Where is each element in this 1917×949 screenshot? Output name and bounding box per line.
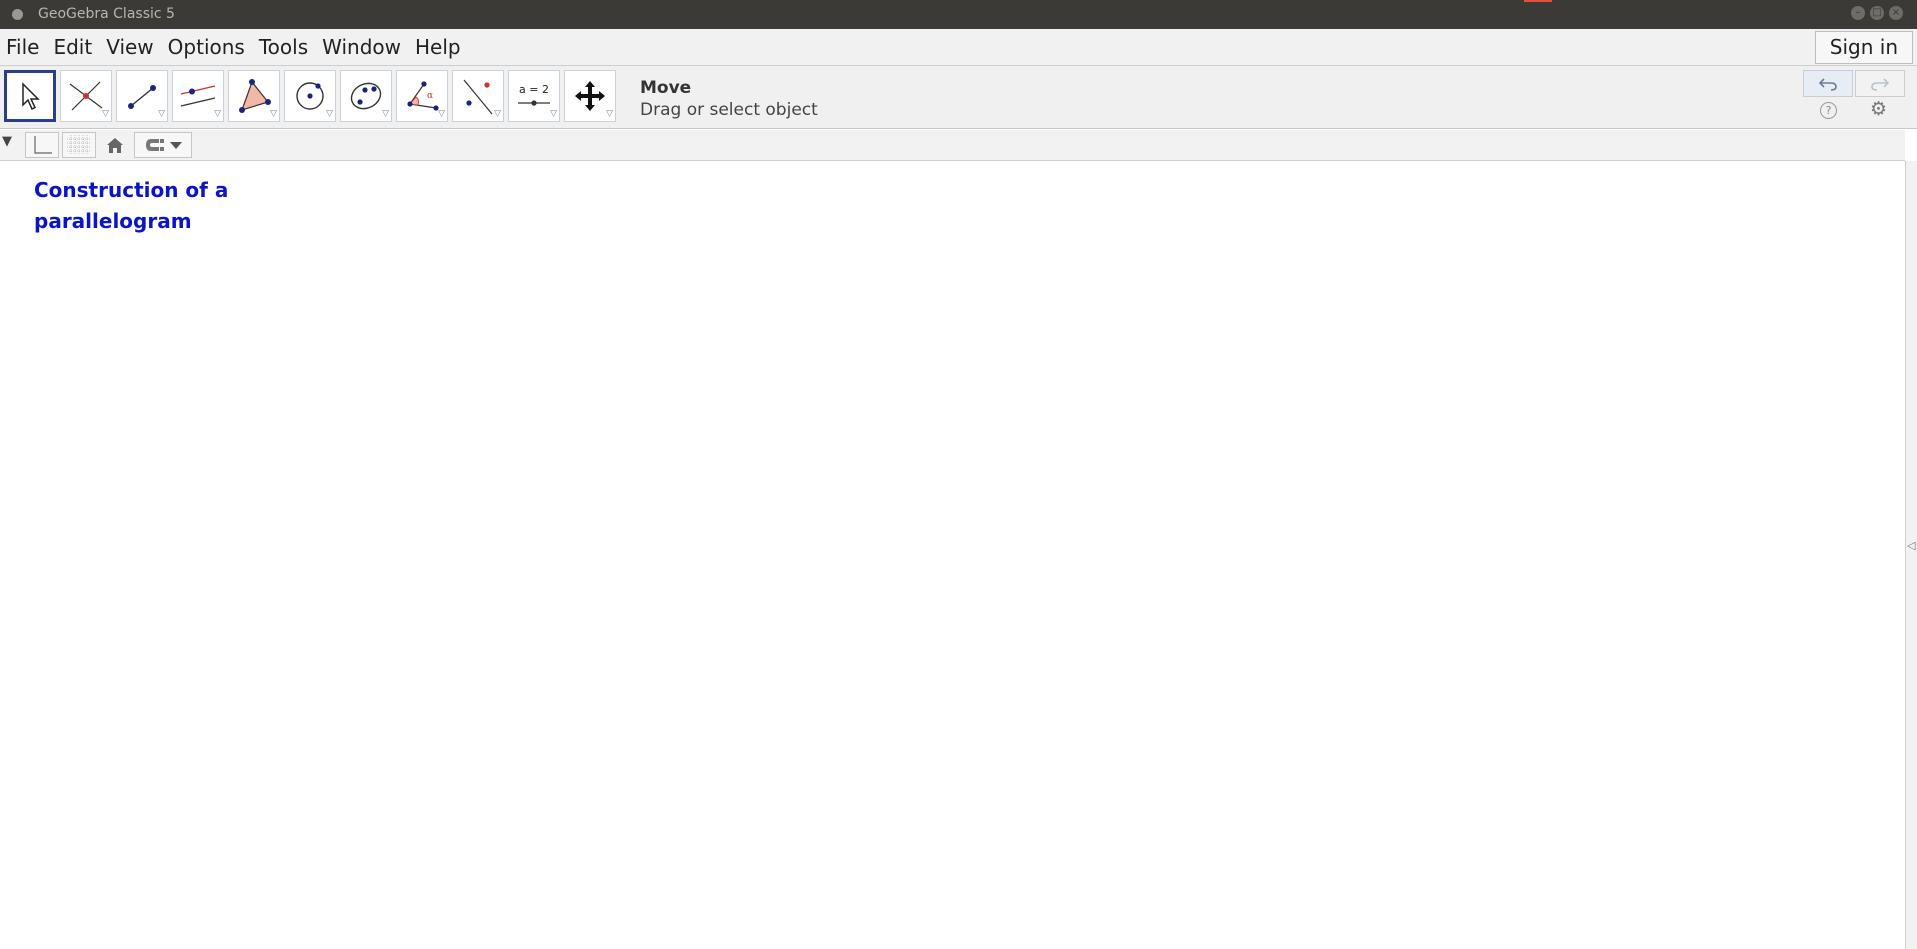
menu-help[interactable]: Help bbox=[408, 29, 468, 65]
redo-icon bbox=[1871, 77, 1890, 91]
menu-tools[interactable]: Tools bbox=[252, 29, 315, 65]
caption-line: Construction of a bbox=[34, 178, 229, 202]
chevron-down-icon: ▽ bbox=[550, 109, 557, 119]
pointer-arrow-icon bbox=[22, 82, 40, 111]
tool-move-graphics[interactable]: ▽ bbox=[564, 70, 616, 122]
tool-circle[interactable]: ▽ bbox=[284, 70, 336, 122]
tool-conic[interactable]: ▽ bbox=[340, 70, 392, 122]
menu-options[interactable]: Options bbox=[161, 29, 252, 65]
slider-icon-label: a = 2 bbox=[519, 83, 549, 96]
tool-parallel-line[interactable]: ▽ bbox=[172, 70, 224, 122]
ellipse-icon bbox=[350, 82, 382, 110]
polygon-icon bbox=[239, 79, 271, 113]
standard-view-button[interactable] bbox=[99, 132, 131, 158]
intersect-point-icon bbox=[69, 81, 103, 111]
tool-help: Move Drag or select object bbox=[640, 78, 818, 120]
titlebar-indicator bbox=[1524, 0, 1552, 2]
menu-window[interactable]: Window bbox=[315, 29, 408, 65]
undo-button[interactable] bbox=[1803, 70, 1853, 97]
construction-caption[interactable]: Construction of a parallelogram bbox=[34, 175, 294, 237]
svg-text:α: α bbox=[427, 91, 433, 101]
toolbar: ▽ ▽ ▽ ▽ ▽ ▽ α ▽ ▽ a = 2 ▽ ▽ Move Drag or… bbox=[0, 66, 1917, 129]
chevron-down-icon bbox=[170, 142, 182, 149]
parallel-line-icon bbox=[180, 85, 216, 107]
tool-help-description: Drag or select object bbox=[640, 100, 818, 120]
circle-center-point-icon bbox=[296, 82, 324, 110]
tool-point[interactable]: ▽ bbox=[60, 70, 112, 122]
side-panel-handle[interactable]: ◁ bbox=[1905, 161, 1917, 949]
tool-polygon[interactable]: ▽ bbox=[228, 70, 280, 122]
help-icon[interactable]: ? bbox=[1820, 102, 1837, 119]
chevron-down-icon: ▽ bbox=[606, 109, 613, 119]
menu-file[interactable]: File bbox=[0, 29, 46, 65]
menu-edit[interactable]: Edit bbox=[46, 29, 99, 65]
move-view-icon bbox=[575, 81, 605, 111]
chevron-down-icon: ▽ bbox=[382, 109, 389, 119]
chevron-down-icon: ▽ bbox=[102, 109, 109, 119]
maximize-icon[interactable]: □ bbox=[1870, 6, 1884, 20]
chevron-down-icon: ▽ bbox=[270, 109, 277, 119]
chevron-down-icon: ▽ bbox=[214, 109, 221, 119]
toggle-grid-button[interactable] bbox=[62, 132, 96, 158]
app-menu-icon[interactable] bbox=[12, 9, 23, 20]
window-titlebar: GeoGebra Classic 5 – □ × bbox=[0, 0, 1917, 29]
tool-slider[interactable]: a = 2 ▽ bbox=[508, 70, 560, 122]
reflect-line-icon bbox=[463, 79, 493, 115]
chevron-down-icon: ▽ bbox=[438, 109, 445, 119]
chevron-down-icon: ▽ bbox=[326, 109, 333, 119]
gear-icon[interactable]: ⚙ bbox=[1870, 98, 1887, 120]
redo-button[interactable] bbox=[1855, 70, 1905, 97]
caption-line: parallelogram bbox=[34, 209, 192, 233]
tool-angle[interactable]: α ▽ bbox=[396, 70, 448, 122]
style-bar-toggle-icon[interactable]: ▼ bbox=[2, 134, 12, 149]
toggle-axes-button[interactable] bbox=[25, 132, 59, 158]
point-capturing-dropdown[interactable] bbox=[134, 132, 192, 158]
slider-icon: a = 2 bbox=[518, 83, 550, 106]
segment-icon bbox=[128, 85, 156, 109]
menu-bar: File Edit View Options Tools Window Help… bbox=[0, 29, 1917, 66]
tool-move[interactable] bbox=[4, 70, 56, 122]
window-title: GeoGebra Classic 5 bbox=[38, 6, 175, 22]
graphics-view[interactable]: Construction of a parallelogram bbox=[0, 161, 1905, 949]
minimize-icon[interactable]: – bbox=[1851, 6, 1865, 20]
sign-in-button[interactable]: Sign in bbox=[1814, 31, 1913, 64]
tool-reflect[interactable]: ▽ bbox=[452, 70, 504, 122]
chevron-down-icon: ▽ bbox=[494, 109, 501, 119]
tool-segment[interactable]: ▽ bbox=[116, 70, 168, 122]
home-icon bbox=[107, 138, 123, 153]
magnet-icon bbox=[146, 139, 164, 151]
expand-panel-icon[interactable]: ◁ bbox=[1907, 539, 1915, 552]
menu-view[interactable]: View bbox=[99, 29, 160, 65]
close-icon[interactable]: × bbox=[1889, 6, 1903, 20]
graphics-style-bar: ▼ bbox=[0, 130, 1905, 161]
grid-icon bbox=[67, 135, 91, 155]
undo-icon bbox=[1818, 77, 1837, 91]
chevron-down-icon: ▽ bbox=[158, 109, 165, 119]
axes-icon bbox=[34, 136, 52, 154]
angle-icon: α bbox=[407, 81, 439, 111]
tool-help-name: Move bbox=[640, 78, 692, 98]
